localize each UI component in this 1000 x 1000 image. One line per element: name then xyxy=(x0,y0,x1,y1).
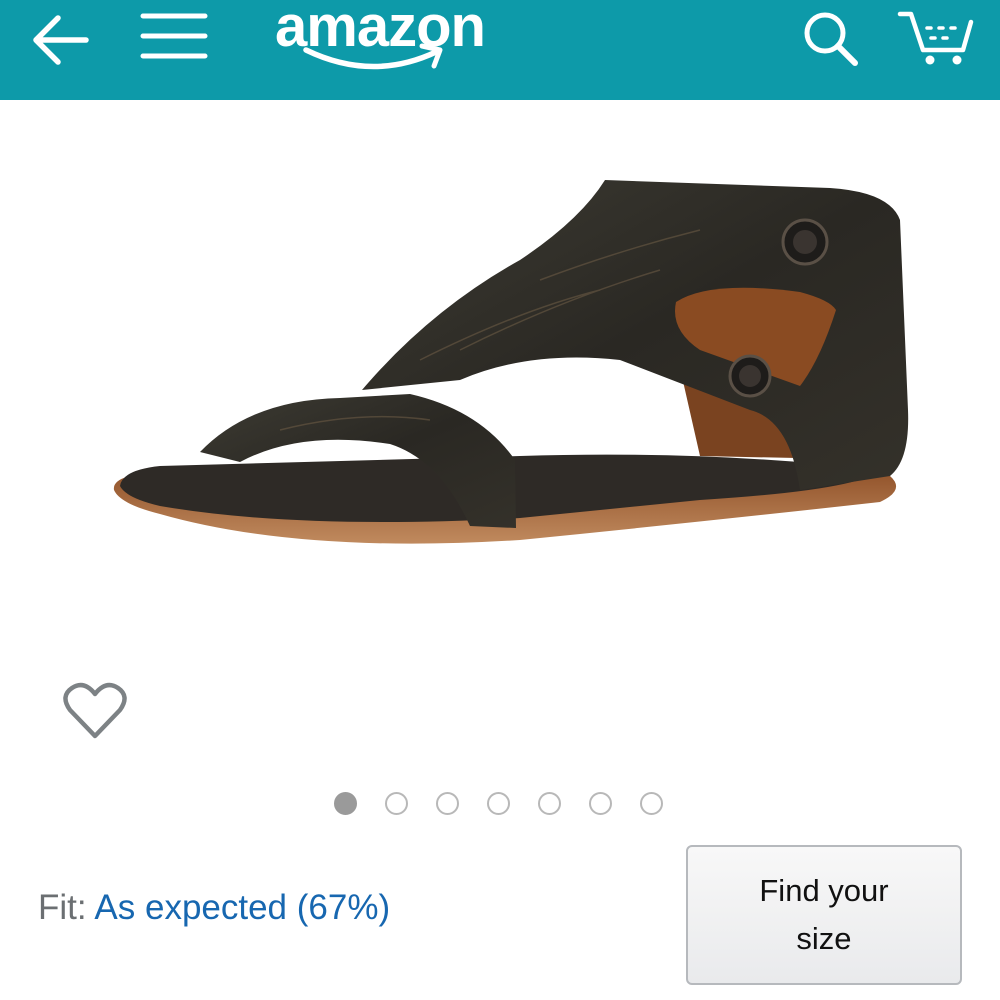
search-button[interactable] xyxy=(790,6,870,70)
carousel-dot-5[interactable] xyxy=(538,792,561,815)
menu-button[interactable] xyxy=(132,4,216,68)
carousel-dot-3[interactable] xyxy=(436,792,459,815)
fit-info: Fit: As expected (67%) xyxy=(38,886,390,930)
carousel-dot-7[interactable] xyxy=(640,792,663,815)
find-your-size-button[interactable]: Find your size xyxy=(686,845,962,985)
carousel-dot-1[interactable] xyxy=(334,792,357,815)
cart-button[interactable] xyxy=(892,4,982,70)
amazon-logo[interactable]: amazon xyxy=(262,0,498,82)
product-image[interactable] xyxy=(100,160,920,580)
back-arrow-icon xyxy=(33,15,89,65)
fit-value-link[interactable]: As expected (67%) xyxy=(94,888,390,927)
wishlist-button[interactable] xyxy=(62,680,128,742)
find-your-size-label: Find your size xyxy=(759,873,889,956)
image-carousel-dots xyxy=(334,792,663,818)
cart-icon xyxy=(897,11,974,65)
carousel-dot-2[interactable] xyxy=(385,792,408,815)
back-button[interactable] xyxy=(18,8,102,72)
carousel-dot-6[interactable] xyxy=(589,792,612,815)
fit-label: Fit: xyxy=(38,888,87,927)
logo-smile-icon xyxy=(303,43,443,70)
hamburger-menu-icon xyxy=(140,13,208,59)
sandal-image xyxy=(113,180,909,544)
heart-icon xyxy=(63,682,127,739)
app-header: amazon xyxy=(0,0,1000,100)
search-icon xyxy=(804,12,858,66)
carousel-dot-4[interactable] xyxy=(487,792,510,815)
